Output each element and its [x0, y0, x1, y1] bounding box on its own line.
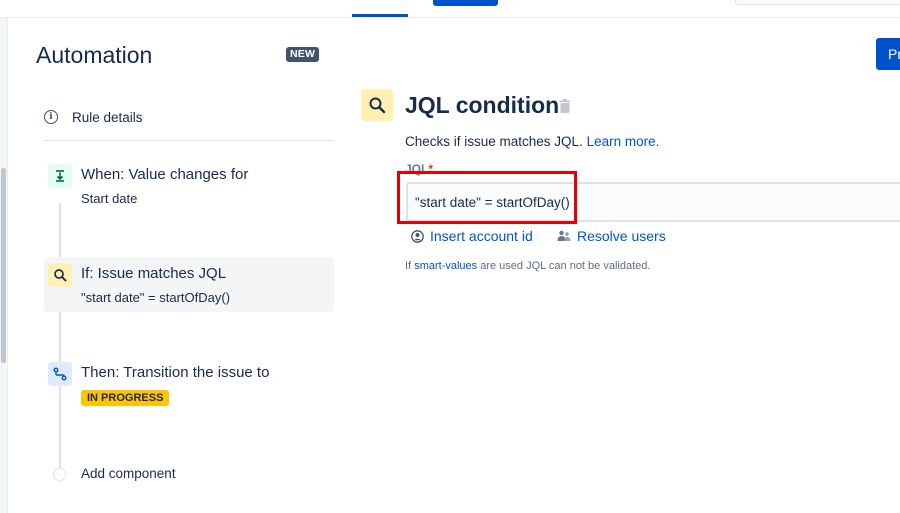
add-component-dot-icon — [53, 468, 66, 481]
value-change-icon — [48, 164, 72, 188]
condition-step[interactable]: If: Issue matches JQL "start date" = sta… — [44, 257, 334, 312]
rule-timeline-line — [59, 203, 61, 480]
page-scrollbar[interactable] — [0, 18, 8, 513]
condition-description: Checks if issue matches JQL. Learn more. — [405, 134, 659, 149]
rule-sidebar: Automation NEW i Rule details When: Valu… — [8, 18, 338, 513]
jql-label-text: JQL — [405, 162, 429, 176]
user-icon — [411, 229, 424, 243]
trigger-step-subtitle: Start date — [81, 191, 138, 206]
condition-title: JQL condition — [405, 92, 560, 118]
search-icon — [361, 89, 393, 121]
smart-values-note: If smart-values are used JQL can not be … — [405, 260, 650, 272]
trash-icon[interactable] — [559, 99, 571, 118]
new-badge: NEW — [286, 47, 320, 62]
jql-label: JQL* — [405, 162, 433, 176]
top-nav-button[interactable] — [433, 0, 498, 6]
rule-details-label: Rule details — [72, 109, 143, 125]
action-step-title: Then: Transition the issue to — [81, 364, 270, 381]
rule-details-item[interactable]: i Rule details — [44, 106, 334, 128]
primary-action-button[interactable]: Pr — [876, 38, 900, 70]
condition-step-title: If: Issue matches JQL — [81, 265, 227, 282]
jql-input[interactable] — [406, 182, 900, 222]
top-nav-bar — [0, 0, 900, 18]
condition-step-subtitle: "start date" = startOfDay() — [81, 290, 231, 305]
action-step[interactable]: Then: Transition the issue to IN PROGRES… — [44, 356, 334, 416]
active-tab-indicator[interactable] — [352, 14, 408, 17]
transition-icon — [48, 362, 72, 386]
add-component-label: Add component — [81, 466, 176, 481]
resolve-users-button[interactable]: Resolve users — [557, 228, 666, 244]
description-text: Checks if issue matches JQL. — [405, 134, 583, 149]
sidebar-divider — [44, 140, 334, 141]
status-lozenge: IN PROGRESS — [81, 390, 170, 406]
note-prefix: If — [405, 260, 412, 272]
search-icon — [48, 263, 72, 287]
trigger-step[interactable]: When: Value changes for Start date — [44, 158, 334, 218]
info-icon: i — [44, 110, 58, 124]
note-suffix: are used JQL can not be validated. — [480, 260, 651, 272]
trigger-step-title: When: Value changes for — [81, 166, 249, 183]
scrollbar-thumb[interactable] — [1, 168, 6, 363]
resolve-users-label: Resolve users — [577, 228, 666, 244]
learn-more-link[interactable]: Learn more. — [587, 134, 660, 149]
insert-account-id-label: Insert account id — [430, 228, 533, 244]
add-component-item[interactable]: Add component — [44, 463, 334, 485]
top-search-input[interactable] — [735, 0, 900, 5]
people-icon — [557, 230, 571, 242]
insert-account-id-button[interactable]: Insert account id — [411, 228, 533, 244]
page-title: Automation — [36, 42, 153, 68]
smart-values-link[interactable]: smart-values — [414, 260, 477, 272]
required-mark: * — [428, 162, 434, 176]
